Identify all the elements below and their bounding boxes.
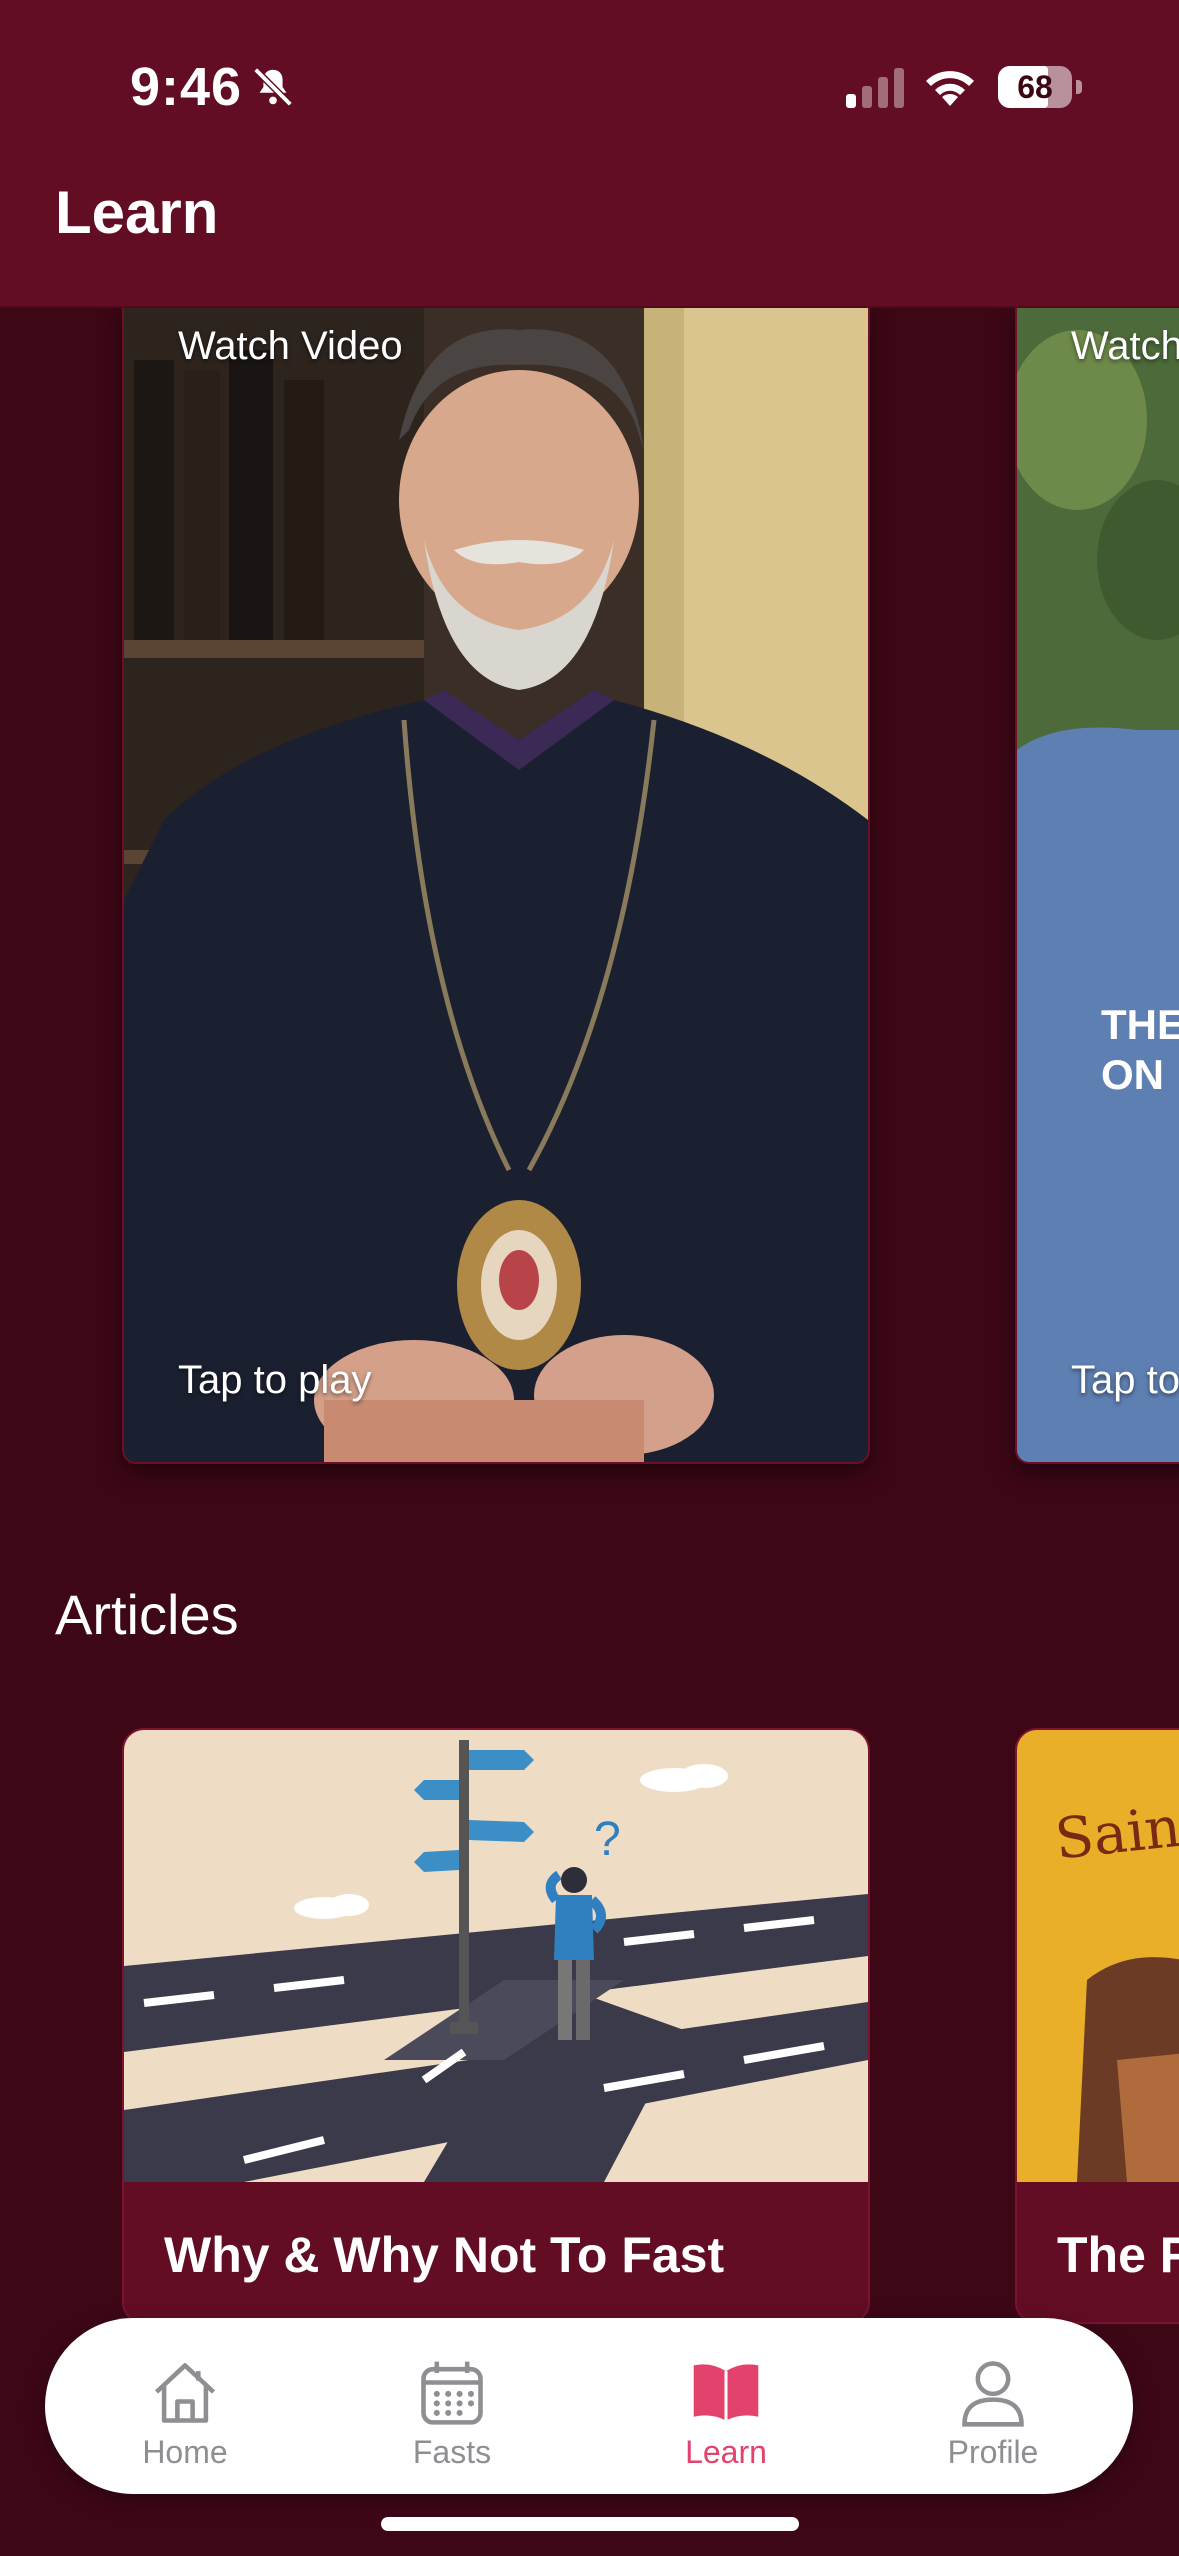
page-title: Learn bbox=[55, 179, 219, 246]
tab-label: Profile bbox=[947, 2434, 1039, 2470]
tab-bar: Home Fasts Learn Profile bbox=[45, 2318, 1133, 2494]
article-title: Why & Why Not To Fast bbox=[164, 2227, 725, 2283]
battery-icon: 68 bbox=[998, 66, 1082, 108]
tab-fasts[interactable]: Fasts bbox=[342, 2318, 562, 2494]
tab-home[interactable]: Home bbox=[75, 2318, 295, 2494]
video-thumbnail bbox=[1017, 300, 1179, 1462]
tab-profile[interactable]: Profile bbox=[883, 2318, 1103, 2494]
watch-video-label: Watch Video bbox=[178, 324, 403, 368]
tap-to-play-label: Tap to play bbox=[178, 1358, 372, 1402]
tap-to-play-label: Tap to bbox=[1071, 1358, 1179, 1402]
watch-video-label: Watch bbox=[1071, 324, 1179, 368]
video-card[interactable]: Watch Video Tap to play bbox=[122, 300, 870, 1464]
tab-label: Learn bbox=[685, 2434, 767, 2470]
tab-label: Home bbox=[142, 2434, 228, 2470]
calendar-icon bbox=[421, 2361, 483, 2425]
status-time: 9:46 bbox=[130, 57, 243, 117]
app-header: 9:46 68 Learn bbox=[0, 0, 1179, 308]
person-icon bbox=[962, 2361, 1024, 2427]
article-image: ? bbox=[124, 1730, 868, 2182]
bell-slash-icon bbox=[253, 67, 293, 107]
battery-percent: 68 bbox=[1017, 69, 1053, 105]
svg-text:?: ? bbox=[594, 1813, 621, 1866]
video-card[interactable]: Watch THE ON Tap to bbox=[1015, 300, 1179, 1464]
signal-icon bbox=[846, 68, 904, 108]
home-icon bbox=[154, 2363, 216, 2423]
article-card[interactable]: ? Why & Why Not To Fast bbox=[122, 1728, 870, 2324]
book-icon bbox=[693, 2364, 759, 2421]
article-title: The F bbox=[1057, 2227, 1179, 2283]
tab-learn[interactable]: Learn bbox=[616, 2318, 836, 2494]
wifi-icon bbox=[926, 71, 974, 106]
tab-label: Fasts bbox=[412, 2434, 492, 2470]
articles-section-title: Articles bbox=[55, 1583, 239, 1646]
article-card[interactable]: Saint The F bbox=[1015, 1728, 1179, 2324]
home-indicator bbox=[381, 2517, 799, 2531]
video-overlay-text: THE ON bbox=[1101, 1001, 1179, 1098]
video-thumbnail bbox=[124, 300, 868, 1462]
